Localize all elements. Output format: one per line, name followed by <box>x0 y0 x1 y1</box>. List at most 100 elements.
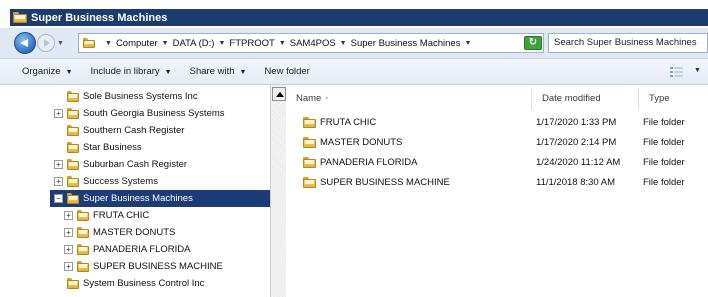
include-in-library-button[interactable]: Include in library ▼ <box>91 66 172 77</box>
collapse-icon[interactable]: − <box>54 194 63 203</box>
folder-icon <box>67 278 79 289</box>
column-header-date-label: Date modified <box>542 93 601 104</box>
tree-item-label: FRUTA CHIC <box>93 210 150 221</box>
back-arrow-icon[interactable] <box>14 32 36 54</box>
chevron-down-icon: ▼ <box>164 69 172 76</box>
share-with-button[interactable]: Share with ▼ <box>190 66 247 77</box>
navigation-scrollbar[interactable] <box>270 85 286 297</box>
column-header-date-modified[interactable]: Date modified <box>532 88 639 110</box>
file-row[interactable]: MASTER DONUTS 1/17/2020 2:14 PM File folde… <box>286 133 708 153</box>
tree-item-label: SUPER BUSINESS MACHINE <box>93 261 223 272</box>
file-row[interactable]: PANADERIA FLORIDA 1/24/2020 11:12 AM File … <box>286 153 708 173</box>
expand-icon[interactable]: + <box>64 211 73 220</box>
tree-item-label: MASTER DONUTS <box>93 227 176 238</box>
column-header-type[interactable]: Type <box>639 88 708 110</box>
file-type: File folder <box>643 117 685 128</box>
include-in-library-label: Include in library <box>90 66 160 77</box>
title-bar-strip: Super Business Machines <box>10 9 708 26</box>
tree-item[interactable]: Southern Cash Register <box>0 122 270 139</box>
view-options-icon[interactable] <box>670 67 684 77</box>
folder-icon <box>77 227 89 238</box>
organize-label: Organize <box>22 66 61 77</box>
tree-item[interactable]: System Business Control Inc <box>0 275 270 292</box>
chevron-down-icon: ▼ <box>65 69 73 76</box>
folder-icon <box>67 108 79 119</box>
chevron-down-icon[interactable]: ▼ <box>279 40 286 47</box>
folder-icon <box>303 117 316 128</box>
new-folder-button[interactable]: New folder <box>264 66 309 77</box>
folder-icon <box>67 193 79 204</box>
file-list-pane: Name ^ Date modified Type FRUTA CHIC 1/17/… <box>286 85 708 297</box>
navigation-pane: Sole Business Systems Inc + South Georgia … <box>0 85 286 297</box>
tree-item[interactable]: + Success Systems <box>0 173 270 190</box>
tree-item[interactable]: + Suburban Cash Register <box>0 156 270 173</box>
breadcrumb-computer[interactable]: Computer <box>116 38 158 49</box>
address-bar[interactable]: ▼ Computer ▼ DATA (D:) ▼ FTPROOT ▼ SAM4P… <box>78 33 544 53</box>
breadcrumb-sam4pos[interactable]: SAM4POS <box>290 38 336 49</box>
expand-icon[interactable]: + <box>64 245 73 254</box>
chevron-down-icon[interactable]: ▼ <box>218 40 225 47</box>
tree-child-item[interactable]: + SUPER BUSINESS MACHINE <box>0 258 270 275</box>
share-with-label: Share with <box>189 66 235 77</box>
view-dropdown-icon[interactable]: ▼ <box>694 67 701 74</box>
forward-arrow-icon[interactable] <box>37 34 55 52</box>
refresh-icon[interactable]: ↻ <box>524 36 542 50</box>
folder-icon <box>303 157 316 168</box>
tree-child-item[interactable]: + PANADERIA FLORIDA <box>0 241 270 258</box>
file-name: PANADERIA FLORIDA <box>320 157 418 168</box>
chevron-down-icon[interactable]: ▼ <box>162 40 169 47</box>
file-row[interactable]: SUPER BUSINESS MACHINE 11/1/2018 8:30 AM F… <box>286 173 708 193</box>
tree-item-label: Sole Business Systems Inc <box>83 91 198 102</box>
folder-icon <box>77 261 89 272</box>
search-input[interactable]: Search Super Business Machines <box>548 33 708 53</box>
breadcrumb-current-folder[interactable]: Super Business Machines <box>351 38 461 49</box>
breadcrumb-ftproot[interactable]: FTPROOT <box>229 38 274 49</box>
tree-item-label: Southern Cash Register <box>83 125 185 136</box>
chevron-down-icon[interactable]: ▼ <box>340 40 347 47</box>
folder-icon <box>67 142 79 153</box>
file-date-modified: 1/17/2020 1:33 PM <box>536 117 617 128</box>
window-title: Super Business Machines <box>31 11 168 24</box>
file-name: MASTER DONUTS <box>320 137 403 148</box>
tree-item-label: Suburban Cash Register <box>83 159 188 170</box>
expand-icon[interactable]: + <box>54 177 63 186</box>
tree-item[interactable]: Sole Business Systems Inc <box>0 88 270 105</box>
tree-item[interactable]: Star Business <box>0 139 270 156</box>
expand-icon[interactable]: + <box>64 262 73 271</box>
folder-icon <box>13 12 27 23</box>
file-row[interactable]: FRUTA CHIC 1/17/2020 1:33 PM File folder <box>286 113 708 133</box>
breadcrumb-data-drive[interactable]: DATA (D:) <box>173 38 215 49</box>
navigation-buttons: ▼ <box>14 32 66 54</box>
column-header-name-label: Name <box>296 93 322 104</box>
file-date-modified: 11/1/2018 8:30 AM <box>536 177 616 188</box>
folder-icon <box>77 210 89 221</box>
tree-item[interactable]: + South Georgia Business Systems <box>0 105 270 122</box>
file-date-modified: 1/24/2020 11:12 AM <box>536 157 621 168</box>
organize-button[interactable]: Organize ▼ <box>22 66 73 77</box>
folder-icon <box>83 38 95 48</box>
folder-icon <box>77 244 89 255</box>
folder-icon <box>67 125 79 136</box>
folder-icon <box>67 91 79 102</box>
column-header-name[interactable]: Name ^ <box>286 88 532 110</box>
tree-item-label: Star Business <box>83 142 142 153</box>
command-bar: Organize ▼ Include in library ▼ Share with… <box>0 59 708 85</box>
file-name: FRUTA CHIC <box>320 117 377 128</box>
folder-icon <box>303 137 316 148</box>
title-bar: Super Business Machines <box>0 0 708 28</box>
column-header-type-label: Type <box>649 93 670 104</box>
scroll-up-button[interactable] <box>272 87 286 101</box>
expand-icon[interactable]: + <box>54 160 63 169</box>
expand-icon[interactable]: + <box>64 228 73 237</box>
folder-icon <box>303 177 316 188</box>
tree-child-item[interactable]: + FRUTA CHIC <box>0 207 270 224</box>
chevron-down-icon[interactable]: ▼ <box>464 40 471 47</box>
tree-item-label: System Business Control Inc <box>83 278 205 289</box>
tree-item[interactable]: − Super Business Machines <box>50 190 270 207</box>
address-row: ▼ ▼ Computer ▼ DATA (D:) ▼ FTPROOT ▼ SAM… <box>0 28 708 59</box>
recent-pages-dropdown[interactable]: ▼ <box>57 40 65 48</box>
tree-child-item[interactable]: + MASTER DONUTS <box>0 224 270 241</box>
chevron-down-icon[interactable]: ▼ <box>105 40 112 47</box>
expand-icon[interactable]: + <box>54 109 63 118</box>
sort-arrow-icon: ^ <box>325 97 329 103</box>
